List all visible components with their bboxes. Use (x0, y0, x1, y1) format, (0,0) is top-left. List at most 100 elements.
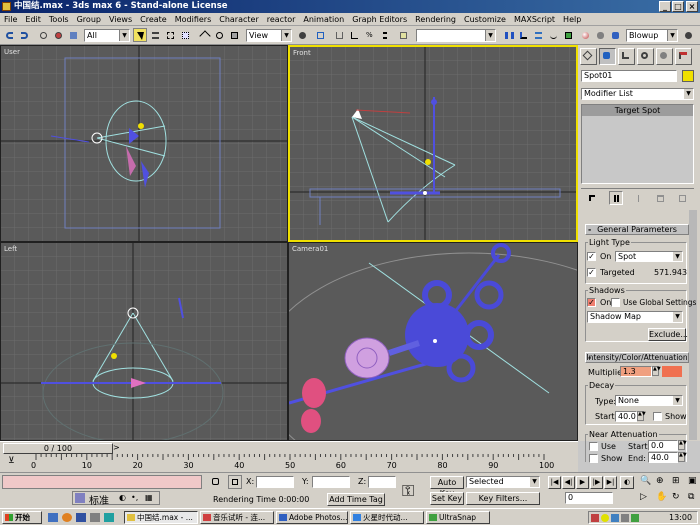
render-icon-button[interactable] (608, 28, 622, 42)
key-mode-dropdown[interactable]: Selected ▼ (466, 476, 540, 488)
key-icon[interactable]: ⚿ (402, 481, 414, 501)
select-by-name-button[interactable] (148, 28, 162, 42)
redo-button[interactable] (17, 28, 31, 42)
menu-tools[interactable]: Tools (45, 13, 73, 26)
track-bar[interactable]: ⊻ 0 10 20 30 40 50 60 70 80 90 100 (0, 454, 578, 472)
moon-icon[interactable]: ◐ (119, 493, 126, 502)
maximize-button[interactable]: □ (672, 1, 684, 12)
create-tab[interactable] (580, 48, 597, 65)
show-end-result-button[interactable] (609, 191, 623, 205)
decay-type-dropdown[interactable]: None ▼ (615, 395, 683, 406)
shadows-on-checkbox[interactable]: ✓ (587, 298, 596, 307)
mini-curve-editor-icon[interactable]: ⊻ (8, 456, 15, 466)
maxscript-listener[interactable] (2, 475, 202, 489)
object-name-field[interactable]: Spot01 (581, 70, 677, 82)
angle-snap-button[interactable] (347, 28, 361, 42)
spinner-snap-button[interactable] (377, 28, 391, 42)
media-icon[interactable] (90, 513, 100, 522)
menu-edit[interactable]: Edit (21, 13, 45, 26)
near-start-field[interactable]: 0.0 (648, 440, 678, 451)
bind-space-warp-button[interactable] (66, 28, 80, 42)
menu-reactor[interactable]: reactor (263, 13, 300, 26)
mirror-button[interactable] (501, 28, 515, 42)
pin-stack-button[interactable] (585, 191, 599, 205)
edit-named-selection-button[interactable] (396, 28, 410, 42)
browser-icon[interactable] (62, 513, 72, 522)
select-rotate-button[interactable] (212, 28, 226, 42)
menu-animation[interactable]: Animation (299, 13, 348, 26)
absolute-mode-button[interactable] (228, 475, 242, 489)
menu-character[interactable]: Character (215, 13, 263, 26)
previous-frame-icon[interactable]: ◀| (562, 476, 575, 489)
set-key-button[interactable]: Set Key (430, 492, 464, 505)
tray-app-icon[interactable] (631, 514, 639, 522)
near-end-field[interactable]: 40.0 (648, 452, 678, 463)
pivot-point-button[interactable] (295, 28, 309, 42)
pan-icon[interactable]: ✋ (656, 492, 667, 502)
utilities-tab[interactable] (675, 48, 692, 65)
motion-tab[interactable] (637, 48, 654, 65)
multiplier-spinner[interactable]: ▲▼ (652, 366, 661, 376)
menu-maxscript[interactable]: MAXScript (510, 13, 559, 26)
viewport-camera01[interactable]: Camera01 (288, 242, 578, 441)
reference-coordinate-dropdown[interactable]: View ▼ (246, 29, 292, 42)
tray-volume-icon[interactable] (621, 514, 629, 522)
exclude-button[interactable]: Exclude... (648, 328, 688, 341)
menu-help[interactable]: Help (559, 13, 585, 26)
menu-create[interactable]: Create (136, 13, 171, 26)
quick-render-button[interactable] (681, 28, 695, 42)
named-selection-sets-dropdown[interactable]: ▼ (416, 29, 496, 42)
viewport-front[interactable]: Front (288, 45, 578, 242)
select-manipulate-button[interactable] (313, 28, 327, 42)
close-button[interactable]: × (686, 1, 698, 12)
menu-file[interactable]: File (0, 13, 21, 26)
remove-modifier-button[interactable] (653, 191, 667, 205)
viewport-left[interactable]: Left (0, 242, 288, 441)
time-slider-next-icon[interactable]: > (113, 443, 120, 452)
go-to-start-icon[interactable]: |◀ (548, 476, 561, 489)
targeted-checkbox[interactable]: ✓ (587, 268, 596, 277)
rectangular-selection-button[interactable] (163, 28, 177, 42)
percent-snap-button[interactable]: % (362, 28, 376, 42)
menu-modifiers[interactable]: Modifiers (171, 13, 216, 26)
menu-graph-editors[interactable]: Graph Editors (348, 13, 411, 26)
use-global-settings-checkbox[interactable] (611, 298, 620, 307)
menu-group[interactable]: Group (73, 13, 105, 26)
ime-icon[interactable] (75, 493, 85, 503)
menu-views[interactable]: Views (105, 13, 136, 26)
field-of-view-icon[interactable]: ▷ (640, 492, 647, 502)
tray-power-icon[interactable] (601, 514, 609, 522)
material-editor-button[interactable] (578, 28, 592, 42)
ime-mode-label[interactable]: 标准 (89, 492, 109, 507)
light-type-dropdown[interactable]: Spot ▼ (615, 251, 683, 262)
configure-sets-button[interactable] (675, 191, 689, 205)
go-to-end-icon[interactable]: ▶| (604, 476, 617, 489)
viewport-user[interactable]: User (0, 45, 288, 242)
task-hxsd[interactable]: 火星时代动... (350, 511, 424, 524)
show-desktop-icon[interactable] (48, 513, 58, 522)
schematic-view-button[interactable] (561, 28, 575, 42)
punctuation-icon[interactable]: •, (131, 493, 138, 502)
unlink-button[interactable] (51, 28, 65, 42)
shadow-type-dropdown[interactable]: Shadow Map ▼ (587, 311, 683, 323)
zoom-extents-icon[interactable]: ⊞ (672, 476, 680, 486)
select-object-button[interactable] (133, 28, 147, 42)
snaps-toggle-button[interactable] (332, 28, 346, 42)
play-icon[interactable]: ▶ (576, 476, 589, 489)
hierarchy-tab[interactable] (618, 48, 635, 65)
near-use-checkbox[interactable] (589, 442, 598, 451)
select-link-button[interactable] (36, 28, 50, 42)
task-photoshop[interactable]: Adobe Photos... (276, 511, 348, 524)
auto-key-button[interactable]: Auto Key (430, 476, 464, 498)
keyboard-icon[interactable]: ▦ (145, 493, 153, 502)
general-parameters-rollout-header[interactable]: - General Parameters (585, 224, 689, 235)
make-unique-button[interactable] (631, 191, 645, 205)
key-filters-button[interactable]: Key Filters... (466, 492, 540, 505)
align-button[interactable] (516, 28, 530, 42)
multiplier-field[interactable]: 1.3 (620, 366, 652, 377)
current-frame-field[interactable]: 0 (565, 492, 613, 504)
command-panel-scrollbar[interactable] (689, 210, 697, 440)
light-on-checkbox[interactable]: ✓ (587, 252, 596, 261)
modifier-list-dropdown[interactable]: Modifier List ▼ (581, 88, 694, 100)
decay-show-checkbox[interactable] (653, 412, 662, 421)
